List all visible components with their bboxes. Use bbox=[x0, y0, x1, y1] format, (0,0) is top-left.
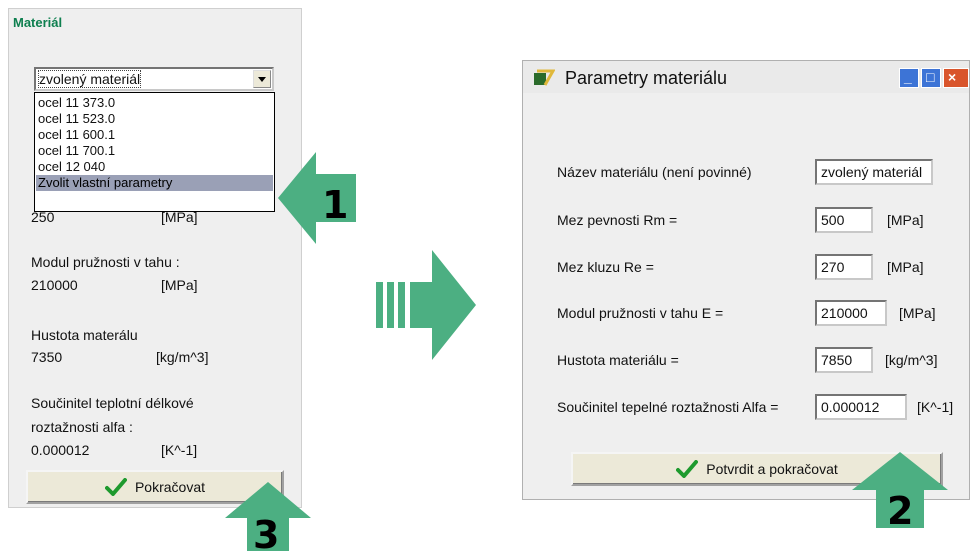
dropdown-item[interactable]: ocel 11 700.1 bbox=[38, 143, 115, 159]
check-icon bbox=[676, 460, 699, 478]
partial-value: 250 bbox=[31, 209, 55, 225]
dropdown-item[interactable]: ocel 11 373.0 bbox=[38, 95, 115, 111]
material-name-input[interactable]: zvolený materiál bbox=[815, 159, 933, 185]
field-label: Mez pevnosti Rm = bbox=[557, 212, 678, 228]
dropdown-item[interactable]: ocel 12 040 bbox=[38, 159, 105, 175]
field-label: Součinitel tepelné roztažnosti Alfa = bbox=[557, 399, 779, 415]
rm-unit: [MPa] bbox=[887, 212, 924, 228]
modulus-input[interactable]: 210000 bbox=[815, 300, 887, 326]
modulus-unit: [MPa] bbox=[899, 305, 936, 321]
material-dropdown-list: ocel 11 373.0 ocel 11 523.0 ocel 11 600.… bbox=[34, 92, 275, 212]
step-number-1: 1 bbox=[322, 183, 348, 227]
re-unit: [MPa] bbox=[887, 259, 924, 275]
alpha-label-line2: roztažnosti alfa : bbox=[31, 419, 133, 435]
field-label: Modul pružnosti v tahu E = bbox=[557, 305, 724, 321]
density-unit: [kg/m^3] bbox=[885, 352, 938, 368]
app-icon bbox=[534, 69, 555, 86]
material-select-value: zvolený materiál bbox=[37, 70, 142, 88]
field-label: Mez kluzu Re = bbox=[557, 259, 654, 275]
field-label: Název materiálu (není povinné) bbox=[557, 164, 752, 180]
close-icon[interactable]: × bbox=[943, 68, 969, 88]
alpha-unit: [K^-1] bbox=[161, 442, 198, 458]
modulus-unit: [MPa] bbox=[161, 277, 198, 293]
dropdown-item[interactable]: ocel 11 600.1 bbox=[38, 127, 115, 143]
step-number-2: 2 bbox=[887, 489, 913, 528]
material-panel: Materiál zvolený materiál ocel 11 373.0 … bbox=[8, 8, 302, 508]
material-parameters-dialog: Parametry materiálu _ □ × Název materiál… bbox=[522, 60, 970, 500]
modulus-label: Modul pružnosti v tahu : bbox=[31, 254, 180, 270]
density-label: Hustota materálu bbox=[31, 327, 138, 343]
density-value: 7350 bbox=[31, 349, 63, 365]
step-2-arrow: 2 bbox=[852, 452, 948, 528]
modulus-value: 210000 bbox=[31, 277, 78, 293]
dropdown-arrow-icon[interactable] bbox=[253, 70, 271, 88]
rm-input[interactable]: 500 bbox=[815, 207, 873, 233]
density-input[interactable]: 7850 bbox=[815, 347, 873, 373]
check-icon bbox=[104, 478, 127, 496]
transition-arrow bbox=[376, 250, 476, 360]
alpha-label-line1: Součinitel teplotní délkové bbox=[31, 395, 194, 411]
dialog-title: Parametry materiálu bbox=[565, 68, 728, 88]
step-3-arrow: 3 bbox=[225, 482, 311, 551]
step-1-arrow: 1 bbox=[278, 152, 356, 244]
panel-title: Materiál bbox=[13, 15, 63, 30]
density-unit: [kg/m^3] bbox=[156, 349, 209, 365]
dropdown-item-selected[interactable]: Zvolit vlastní parametry bbox=[36, 175, 273, 191]
dropdown-item[interactable]: ocel 11 523.0 bbox=[38, 111, 115, 127]
alpha-unit: [K^-1] bbox=[917, 399, 954, 415]
continue-button-label: Pokračovat bbox=[134, 479, 206, 495]
maximize-icon[interactable]: □ bbox=[921, 68, 941, 88]
partial-unit: [MPa] bbox=[161, 209, 198, 225]
step-number-3: 3 bbox=[253, 513, 279, 551]
re-input[interactable]: 270 bbox=[815, 254, 873, 280]
dialog-titlebar[interactable]: Parametry materiálu _ □ × bbox=[523, 61, 969, 93]
material-select[interactable]: zvolený materiál bbox=[34, 67, 274, 91]
minimize-icon[interactable]: _ bbox=[899, 68, 919, 88]
alpha-input[interactable]: 0.000012 bbox=[815, 394, 907, 420]
confirm-button-label: Potvrdit a pokračovat bbox=[706, 461, 838, 477]
alpha-value: 0.000012 bbox=[31, 442, 90, 458]
field-label: Hustota materiálu = bbox=[557, 352, 679, 368]
